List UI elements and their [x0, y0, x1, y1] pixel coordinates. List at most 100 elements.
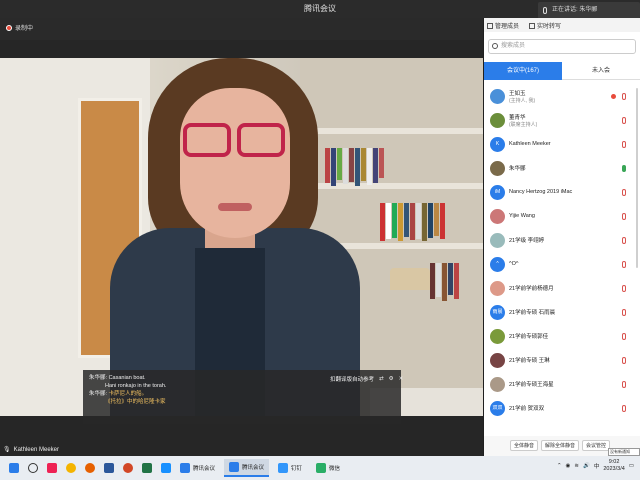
member-row[interactable]: ^ ^O^: [484, 252, 640, 276]
chrome-icon[interactable]: [66, 463, 76, 473]
tab-transcript-label: 实时转写: [537, 23, 562, 30]
windows-start-icon[interactable]: [9, 463, 19, 473]
clock[interactable]: 9:02 2023/3/4: [603, 459, 624, 473]
mic-muted-icon[interactable]: [622, 332, 626, 340]
tab-members[interactable]: 管理成员: [487, 21, 519, 30]
tab-in-meeting[interactable]: 会议中(167): [484, 62, 562, 80]
member-name: 21学前学前杨德月: [509, 286, 554, 292]
member-row[interactable]: 21学前专硕 王琳: [484, 348, 640, 372]
member-name: Nancy Hertzog 2019 iMac: [509, 189, 573, 195]
translate-icon[interactable]: ⇄: [379, 376, 384, 382]
wifi-icon[interactable]: ≋: [574, 463, 579, 469]
meeting-control-button[interactable]: 会议管控: [582, 440, 611, 451]
taskbar-app-label: 钉钉: [291, 466, 303, 472]
member-row[interactable]: iM Nancy Hertzog 2019 iMac: [484, 180, 640, 204]
volume-icon[interactable]: 🔊: [583, 463, 590, 469]
mic-muted-icon[interactable]: [622, 404, 626, 412]
member-row[interactable]: Yijie Wang: [484, 204, 640, 228]
member-search-input[interactable]: 搜索成员: [488, 39, 636, 54]
taskbar-apps: 腾讯会议 腾讯会议 钉钉 微信: [171, 459, 345, 477]
member-list-scrollbar[interactable]: [636, 88, 638, 268]
mic-muted-icon[interactable]: [622, 356, 626, 364]
recording-icon: [611, 93, 616, 99]
member-row[interactable]: 雨晨 21学前专硕 石雨晨: [484, 300, 640, 324]
subtitle-translation: 《托拉》中的哈尼隆卡家: [105, 399, 166, 405]
member-name: 21学前专硕郭佳: [509, 334, 549, 340]
ime-label[interactable]: 中: [594, 462, 600, 470]
mute-all-button[interactable]: 全体静音: [510, 440, 539, 451]
member-filter: 会议中(167) 未入会: [484, 62, 640, 80]
close-icon[interactable]: ✕: [399, 376, 404, 382]
mic-on-icon[interactable]: [622, 164, 626, 172]
mic-muted-icon[interactable]: [622, 308, 626, 316]
avatar: [490, 328, 505, 344]
mic-muted-icon[interactable]: [622, 236, 626, 244]
avatar: [490, 376, 505, 392]
notification-icon[interactable]: ▭: [629, 463, 634, 469]
member-row[interactable]: 朱华郦: [484, 156, 640, 180]
member-name: 王如玉: [509, 90, 526, 97]
store-icon[interactable]: [47, 463, 57, 473]
mic-muted-icon[interactable]: [622, 188, 626, 196]
powerpoint-icon[interactable]: [123, 463, 133, 473]
tab-transcript[interactable]: 实时转写: [529, 21, 561, 30]
member-role: (联席主持人): [509, 121, 538, 128]
chevron-up-icon[interactable]: ⌃: [557, 463, 562, 469]
member-name: 朱华郦: [509, 166, 526, 172]
app-icon: [180, 463, 190, 473]
app-icon[interactable]: [161, 463, 171, 473]
member-row[interactable]: K Kathleen Meeker: [484, 132, 640, 156]
mic-muted-icon[interactable]: [622, 380, 626, 388]
mic-muted-icon[interactable]: [622, 212, 626, 220]
glasses: [237, 123, 285, 157]
unmute-all-button[interactable]: 解除全体静音: [541, 440, 580, 451]
member-row[interactable]: 21学前专硕郭佳: [484, 324, 640, 348]
member-name: 21学前专硕 石雨晨: [509, 310, 556, 316]
subtitle-translation: 卡萨尼人的船。: [108, 391, 148, 397]
mic-muted-icon[interactable]: [622, 260, 626, 268]
word-icon[interactable]: [104, 463, 114, 473]
speaker-name: Kathleen Meeker: [13, 447, 59, 453]
firefox-icon[interactable]: [85, 463, 95, 473]
member-name: 21学前 贺双双: [509, 406, 545, 412]
member-name: Yijie Wang: [509, 213, 535, 219]
taskbar-app[interactable]: 微信: [311, 459, 345, 477]
tab-not-joined[interactable]: 未入会: [562, 62, 640, 80]
recording-bar: 录制中: [0, 18, 483, 40]
taskbar: 腾讯会议 腾讯会议 钉钉 微信 ⌃ ◉ ≋ 🔊 中 9:02 2023/3/4 ▭: [0, 456, 640, 480]
subtitle-mode-label[interactable]: 扣翻译版自动参考: [330, 375, 374, 383]
mic-muted-icon[interactable]: [622, 92, 626, 100]
mic-muted-icon[interactable]: [622, 284, 626, 292]
taskbar-app-label: 微信: [329, 466, 341, 472]
member-row[interactable]: 21学级 李翊婷: [484, 228, 640, 252]
member-name: 21学前专硕 王琳: [509, 358, 550, 364]
search-icon: [492, 43, 498, 49]
mic-muted-icon[interactable]: [622, 116, 626, 124]
taskbar-app[interactable]: 腾讯会议: [175, 459, 220, 477]
speaking-text: 正在讲话: 朱华郦: [552, 7, 598, 13]
subtitle-text: Casanian boat.: [108, 375, 146, 381]
mic-icon: [543, 7, 547, 14]
member-name: 董青华: [509, 114, 526, 121]
app-icon: [278, 463, 289, 473]
member-name-block: 21学前专硕郭佳: [509, 332, 548, 340]
member-row[interactable]: 21学前专硕王海星: [484, 372, 640, 396]
recording-status[interactable]: 录制中: [6, 23, 33, 32]
avatar: ^: [490, 256, 505, 272]
member-name: Kathleen Meeker: [509, 141, 551, 147]
member-name: 21学前专硕王海星: [509, 382, 554, 388]
member-name-block: Nancy Hertzog 2019 iMac: [509, 189, 572, 195]
settings-icon[interactable]: ⚙: [389, 376, 394, 382]
network-icon[interactable]: ◉: [566, 463, 571, 469]
member-row[interactable]: 董青华 (联席主持人): [484, 108, 640, 132]
member-row[interactable]: 王如玉 (主持人, 我): [484, 84, 640, 108]
member-row[interactable]: 双双 21学前 贺双双: [484, 396, 640, 420]
taskbar-app[interactable]: 钉钉: [273, 459, 307, 477]
avatar: [490, 88, 505, 104]
member-row[interactable]: 21学前学前杨德月: [484, 276, 640, 300]
search-icon[interactable]: [28, 463, 38, 473]
mic-muted-icon[interactable]: [622, 140, 626, 148]
subtitle-speaker: 朱华郦:: [89, 375, 108, 381]
taskbar-app[interactable]: 腾讯会议: [224, 459, 270, 477]
excel-icon[interactable]: [142, 463, 152, 473]
